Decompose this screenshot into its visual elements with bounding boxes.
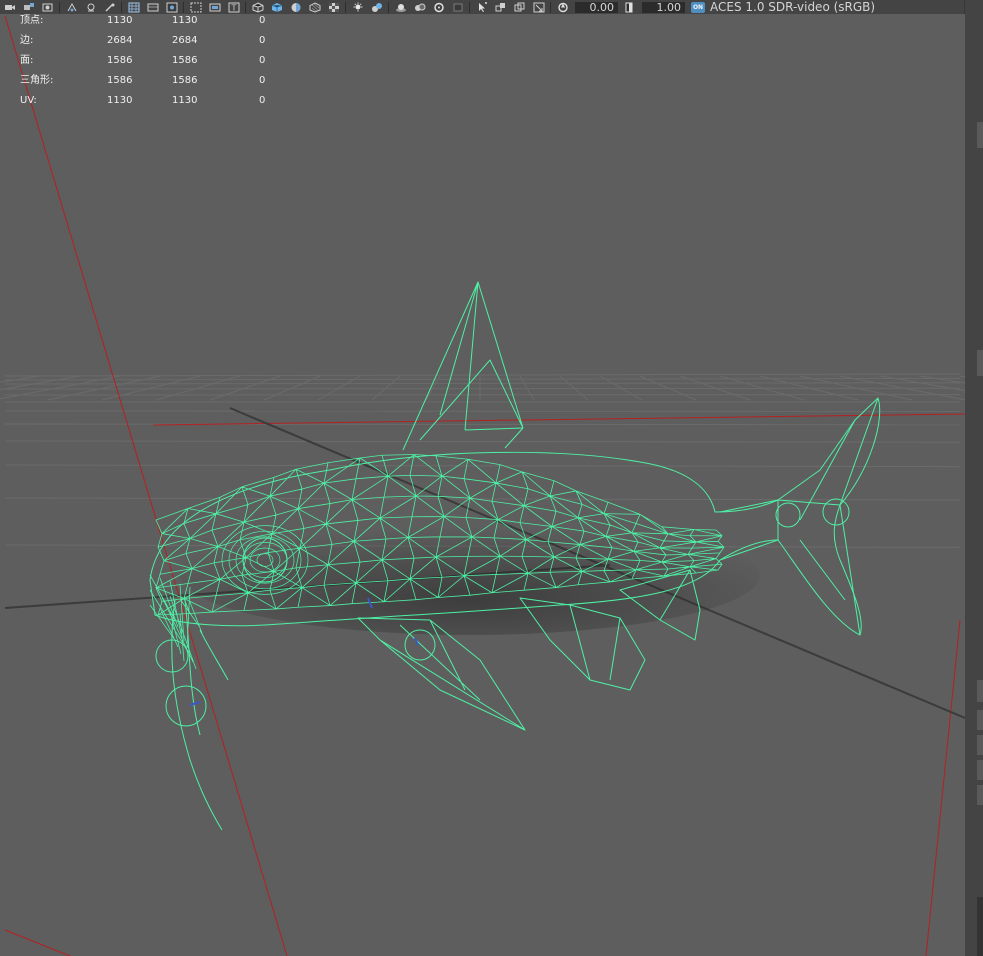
hud-value-triangles: 0 [259, 55, 266, 66]
camera-attr-icon[interactable] [22, 2, 35, 13]
panel-scroll-tab[interactable] [977, 122, 983, 148]
hud-value-selected: 1586 [172, 75, 198, 86]
gamma-icon[interactable] [623, 2, 636, 13]
3d-viewport[interactable] [0, 14, 965, 956]
svg-text:T: T [230, 3, 236, 12]
backface-icon[interactable] [513, 2, 526, 13]
hud-value-selected: 1586 [172, 55, 198, 66]
toolbar-separator [469, 1, 470, 13]
viewport-background [0, 14, 965, 956]
maya-viewport-panel: T 0.00 1.00 ON ACES 1.0 SDR-video (sRGB)… [0, 0, 983, 956]
toolbar-separator [245, 1, 246, 13]
xray-joints-icon[interactable] [494, 2, 507, 13]
panel-scroll-tab[interactable] [977, 350, 983, 376]
view-transform-dropdown[interactable]: ACES 1.0 SDR-video (sRGB) [710, 0, 875, 14]
gamma-field[interactable]: 1.00 [642, 1, 685, 13]
film-icon[interactable] [65, 2, 78, 13]
hud-label: 边: [20, 35, 34, 46]
toolbar-separator [388, 1, 389, 13]
safe-title-icon[interactable]: T [227, 2, 240, 13]
color-management-toggle[interactable]: ON [691, 1, 705, 13]
panel-scroll-tab[interactable] [977, 680, 983, 702]
field-chart-icon[interactable] [189, 2, 202, 13]
hud-label: UV: [20, 95, 37, 106]
xray-icon[interactable] [475, 1, 488, 13]
isolate-select-icon[interactable] [451, 2, 464, 13]
panel-scroll-handle[interactable] [977, 897, 983, 956]
toolbar-separator [183, 1, 184, 13]
use-lights-icon[interactable] [327, 2, 340, 13]
toolbar-separator [550, 1, 551, 13]
hud-value-triangles: 0 [259, 35, 266, 46]
safe-action-icon[interactable] [208, 2, 221, 13]
toolbar-separator [345, 1, 346, 13]
panel-scroll-tab[interactable] [977, 735, 983, 755]
hud-value-selected: 1130 [172, 95, 198, 106]
grid-icon[interactable] [103, 2, 116, 13]
hud-value-selected: 1130 [172, 15, 198, 26]
hud-value-triangles: 0 [259, 15, 266, 26]
bookmark-icon[interactable] [41, 2, 54, 13]
hud-value-total: 1586 [107, 75, 133, 86]
depth-of-field-icon[interactable] [432, 2, 445, 13]
hud-label: 三角形: [20, 75, 54, 86]
toolbar-separator [121, 1, 122, 13]
toolbar-separator [59, 1, 60, 13]
image-plane-icon[interactable] [84, 2, 97, 13]
panel-scroll-tab[interactable] [977, 760, 983, 780]
textured-icon[interactable] [308, 1, 321, 13]
resize-icon[interactable] [532, 2, 545, 13]
hud-value-total: 1130 [107, 95, 133, 106]
hud-value-selected: 2684 [172, 35, 198, 46]
hud-label: 顶点: [20, 15, 44, 26]
hud-value-total: 1130 [107, 15, 133, 26]
panel-scroll-tab[interactable] [977, 785, 983, 805]
side-panel-edge [964, 0, 983, 956]
viewport-toolbar: T 0.00 1.00 ON ACES 1.0 SDR-video (sRGB) [0, 0, 965, 14]
exposure-icon[interactable] [556, 2, 569, 13]
gate-mask-icon[interactable] [165, 2, 178, 13]
exposure-field[interactable]: 0.00 [575, 1, 618, 13]
motion-blur-icon[interactable] [394, 2, 407, 13]
shadows-icon[interactable] [351, 2, 364, 13]
hud-value-triangles: 0 [259, 75, 266, 86]
panel-scroll-tab[interactable] [977, 710, 983, 730]
hud-value-total: 2684 [107, 35, 133, 46]
smooth-shade-icon[interactable] [270, 2, 283, 13]
camera-icon[interactable] [3, 2, 16, 13]
hud-value-total: 1586 [107, 55, 133, 66]
antialias-icon[interactable] [413, 2, 426, 13]
hud-value-triangles: 0 [259, 95, 266, 106]
hud-label: 面: [20, 55, 34, 66]
film-gate-icon[interactable] [127, 2, 140, 13]
ambient-occlusion-icon[interactable] [370, 2, 383, 13]
default-material-icon[interactable] [289, 2, 302, 13]
resolution-gate-icon[interactable] [146, 2, 159, 13]
wireframe-icon[interactable] [251, 1, 264, 13]
